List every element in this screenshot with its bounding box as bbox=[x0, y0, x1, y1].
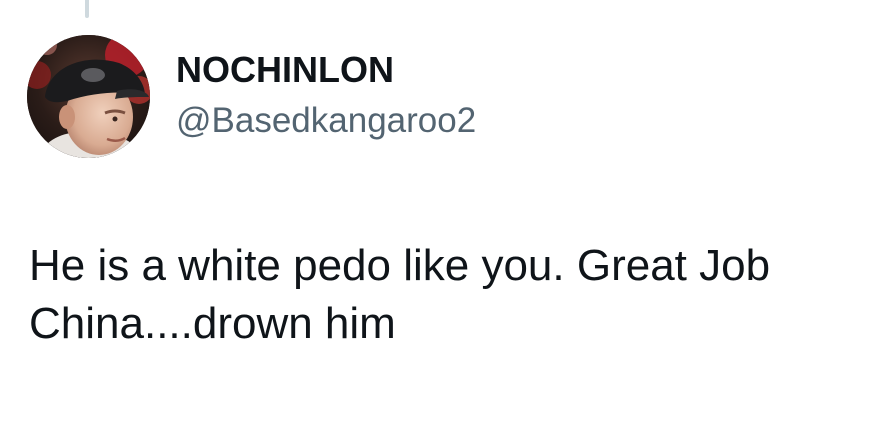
profile-photo-icon bbox=[27, 35, 150, 158]
thread-connector-line bbox=[85, 0, 89, 18]
author-handle[interactable]: @Basedkangaroo2 bbox=[176, 101, 476, 141]
author-display-name[interactable]: NOCHINLON bbox=[176, 50, 394, 90]
tweet-text: He is a white pedo like you. Great Job C… bbox=[29, 241, 771, 348]
author-avatar[interactable] bbox=[27, 35, 150, 158]
